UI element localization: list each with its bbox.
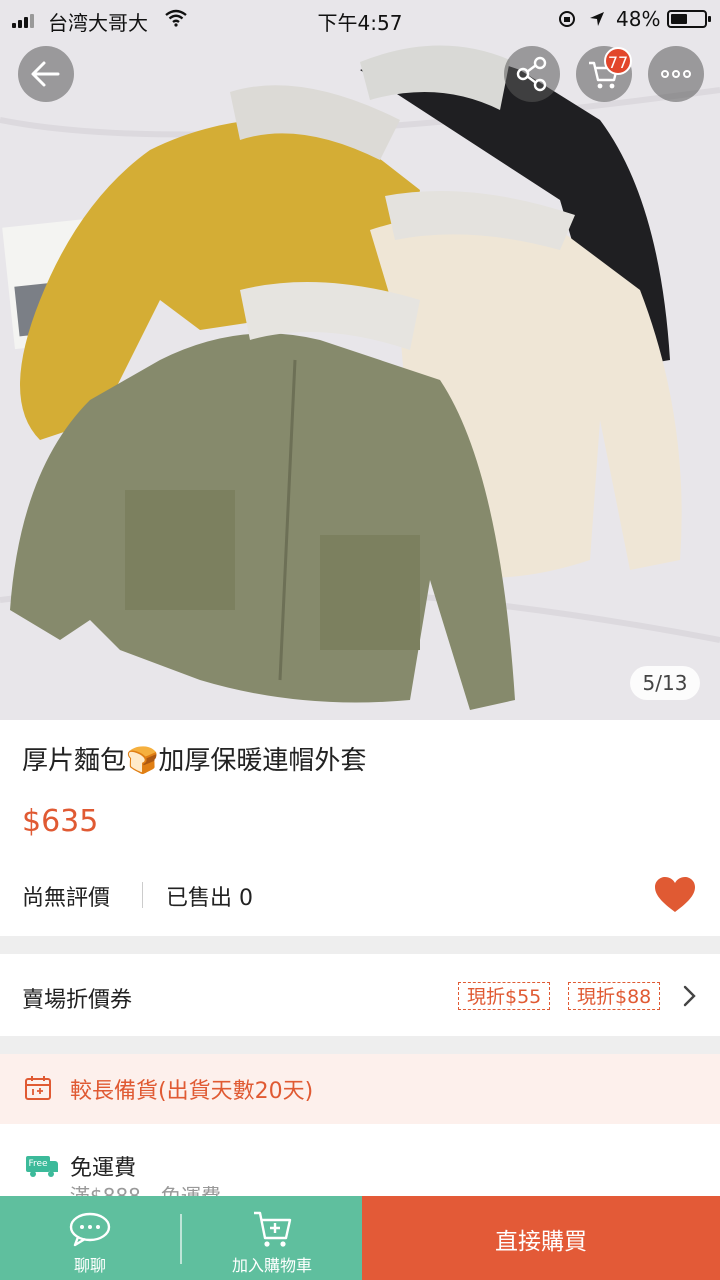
add-cart-label: 加入購物車 — [231, 1256, 312, 1275]
product-photo[interactable] — [0, 0, 720, 720]
add-cart-icon — [254, 1211, 292, 1247]
chat-icon — [69, 1212, 111, 1247]
product-title: 厚片麵包🍞加厚保暖連帽外套 — [22, 746, 367, 776]
rating-text: 尚無評價 — [22, 886, 111, 911]
cart-count-badge: 77 — [604, 47, 632, 75]
notice-text: 較長備貨(出貨天數20天) — [70, 1079, 314, 1104]
heart-icon[interactable] — [654, 876, 696, 914]
coupon-tag[interactable]: 現折$55 — [458, 982, 551, 1010]
free-shipping-badge: Free — [26, 1156, 50, 1172]
truck-icon: Free — [22, 1156, 58, 1178]
status-bar: 台湾大哥大 下午4:57 48% — [0, 0, 720, 38]
shipping-title: 免運費 — [70, 1156, 137, 1181]
add-to-cart-button[interactable]: 加入購物車 — [182, 1196, 362, 1280]
sold-count: 已售出 0 — [166, 886, 253, 911]
coupon-tag[interactable]: 現折$88 — [568, 982, 661, 1010]
rotation-lock-icon — [559, 11, 575, 27]
coupon-label: 賣場折價券 — [22, 988, 133, 1013]
product-price: $635 — [22, 804, 99, 839]
product-photo-illustration — [0, 0, 720, 720]
chat-label: 聊聊 — [73, 1256, 106, 1275]
battery-icon — [667, 10, 711, 28]
more-button[interactable] — [648, 46, 704, 102]
share-button[interactable] — [504, 46, 560, 102]
back-button[interactable] — [18, 46, 74, 102]
buy-now-label: 直接購買 — [495, 1229, 587, 1255]
location-icon — [590, 12, 604, 26]
more-icon — [661, 70, 691, 78]
divider — [142, 882, 143, 908]
calendar-icon — [25, 1076, 51, 1100]
back-arrow-icon — [31, 61, 60, 87]
image-counter: 5/13 — [630, 666, 700, 700]
clock: 下午4:57 — [317, 11, 403, 35]
battery-percent: 48% — [616, 7, 661, 31]
share-icon — [516, 56, 547, 92]
chevron-right-icon — [683, 985, 696, 1007]
chat-button[interactable]: 聊聊 — [0, 1196, 180, 1280]
